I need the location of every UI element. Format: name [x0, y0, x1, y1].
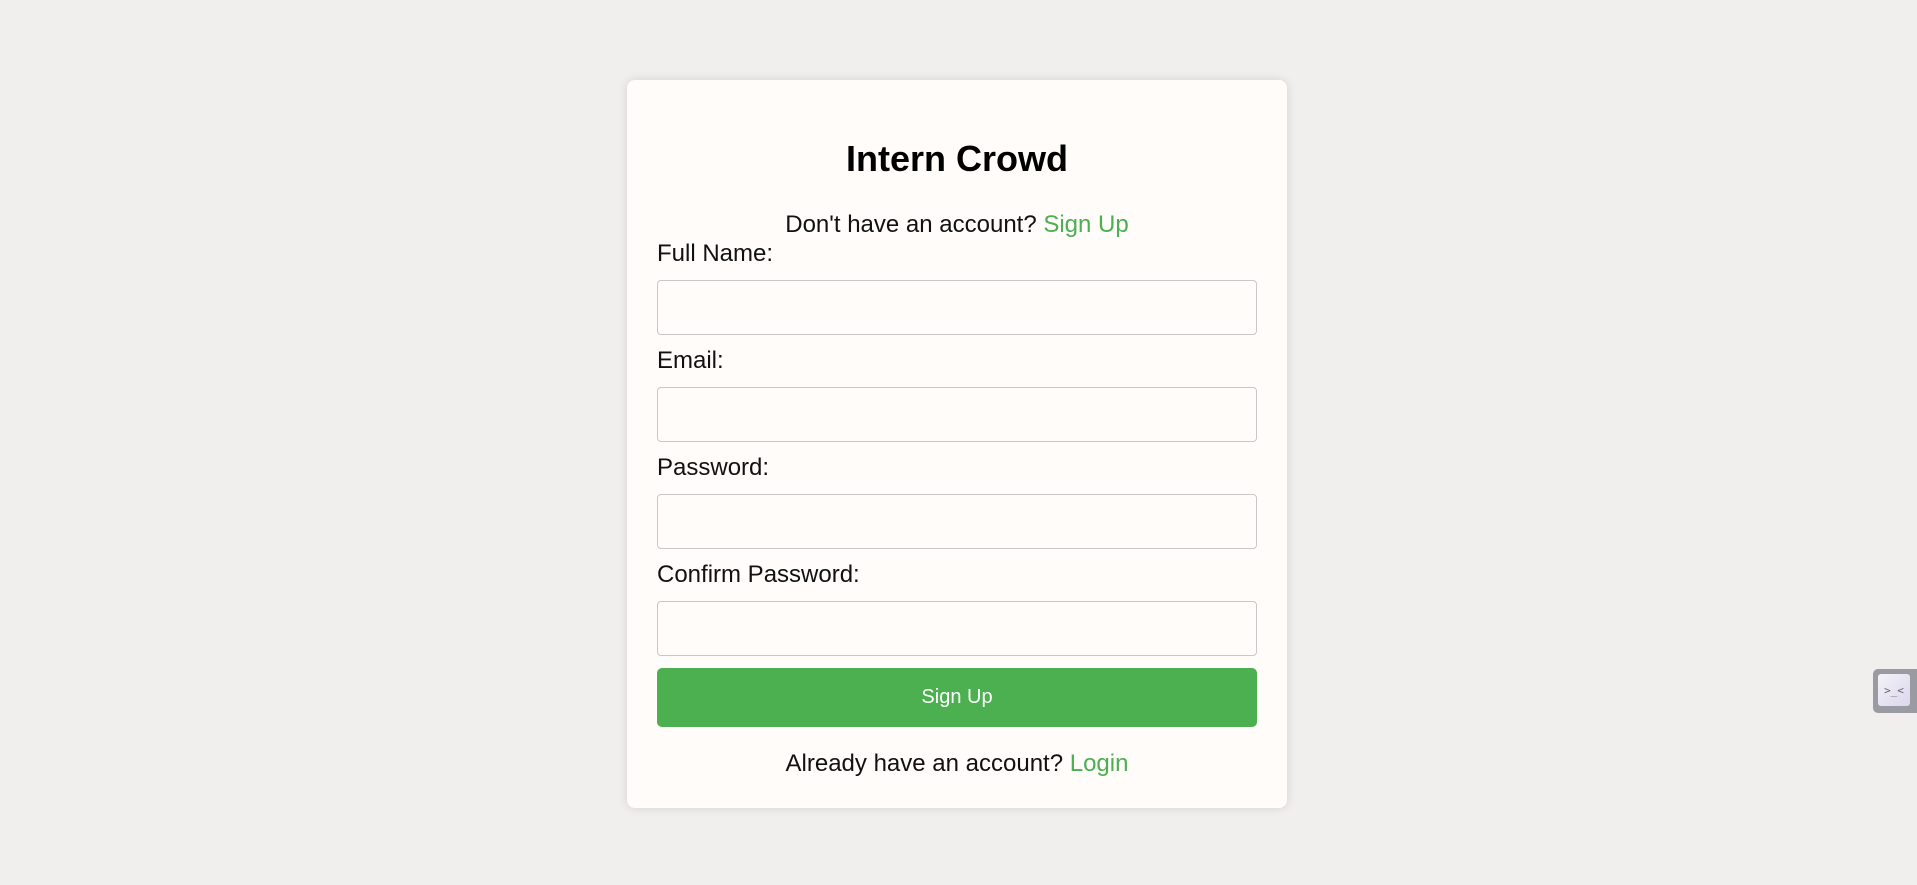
full-name-label: Full Name:: [657, 240, 774, 267]
password-label: Password:: [657, 454, 770, 481]
login-prompt-text: Already have an account?: [785, 750, 1070, 777]
signup-prompt: Don't have an account? Sign Up: [627, 211, 1287, 239]
side-widget-button[interactable]: >_<: [1873, 669, 1917, 713]
login-link[interactable]: Login: [1070, 750, 1129, 777]
sign-up-button[interactable]: Sign Up: [657, 668, 1257, 727]
password-field[interactable]: [657, 494, 1257, 549]
email-field[interactable]: [657, 387, 1257, 442]
signup-link[interactable]: Sign Up: [1043, 211, 1128, 238]
email-label: Email:: [657, 347, 724, 374]
full-name-field[interactable]: [657, 280, 1257, 335]
signup-prompt-text: Don't have an account?: [785, 211, 1044, 238]
login-prompt: Already have an account? Login: [627, 750, 1287, 778]
confirm-password-label: Confirm Password:: [657, 561, 860, 588]
page-title: Intern Crowd: [846, 138, 1068, 179]
signup-card: Intern Crowd Don't have an account? Sign…: [627, 80, 1287, 808]
confirm-password-field[interactable]: [657, 601, 1257, 656]
terminal-face-icon: >_<: [1878, 674, 1910, 706]
